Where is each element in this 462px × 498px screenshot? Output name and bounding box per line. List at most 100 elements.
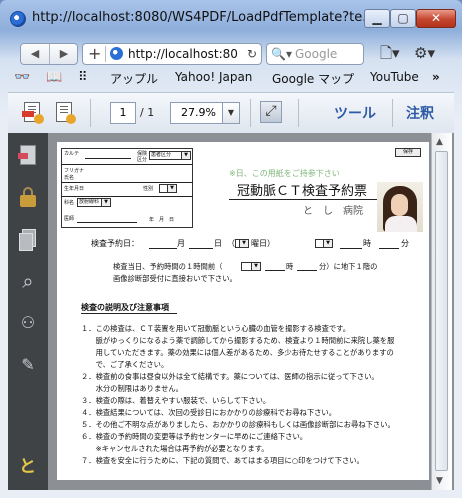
chevron-down-icon[interactable]: ▼	[101, 199, 110, 206]
create-pdf-icon	[22, 102, 44, 124]
search-icon: 🔍▾	[271, 47, 292, 61]
bookmark-youtube[interactable]: YouTube	[370, 70, 419, 84]
bookmark-google-maps[interactable]: Google マップ	[272, 70, 354, 87]
label-birthday: 生年月日	[64, 186, 85, 192]
gender-select[interactable]: ▼	[159, 184, 177, 193]
ward-select[interactable]: 放射線科 ▼	[77, 198, 111, 207]
toolbar-separator	[298, 99, 299, 127]
form-row-line	[61, 196, 193, 197]
save-stamp-label: 保存	[402, 149, 413, 155]
paperclip-icon: ⌕	[22, 269, 34, 293]
label-name: 氏名	[64, 175, 75, 181]
weekday-select[interactable]: ▼	[235, 239, 249, 248]
browser-window: http://localhost:8080/WS4PDF/LoadPdfTemp…	[0, 0, 462, 498]
notice-line: ７．検査を安全に行うために、下記の質問で、あてはまる項目に○印をつけて下さい。	[81, 456, 364, 465]
book-icon[interactable]: 📖	[46, 70, 62, 85]
share-file-button[interactable]	[50, 99, 76, 125]
section-heading-underline	[81, 313, 177, 314]
maximize-button[interactable]: ▢	[390, 9, 416, 28]
grid-icon[interactable]: ⠿	[78, 70, 88, 85]
toolbar-separator	[392, 99, 393, 127]
reading-list-icon[interactable]: 👓	[14, 70, 30, 85]
zoom-select[interactable]: 27.9% ▼	[170, 102, 240, 124]
notice-line: ４．検査結果については、次回の受診日におかかりの診療科でお尋ね下さい。	[81, 408, 337, 417]
notice-line: 脈がゆっくりになるよう薬で調節してから撮影するため、検査より１時間前に来院し薬を…	[81, 336, 395, 345]
form-row-line	[61, 164, 193, 165]
pages-icon-back	[19, 233, 33, 251]
chevron-down-icon[interactable]: ▼	[181, 152, 190, 159]
page-total: / 1	[140, 106, 155, 119]
comment-button[interactable]: 注釈	[406, 103, 434, 123]
page-number-input[interactable]: 1	[110, 102, 136, 124]
chevron-down-icon[interactable]: ▼	[323, 240, 332, 247]
scroll-up-icon[interactable]: ▲	[436, 137, 443, 147]
signatures-button[interactable]: ✎	[16, 353, 40, 377]
chevron-down-icon[interactable]: ▼	[239, 240, 248, 247]
chevron-down-icon[interactable]: ▼	[251, 263, 260, 270]
scrollbar-thumb[interactable]	[435, 151, 448, 471]
label-karte: カルテ	[64, 151, 80, 157]
karte-field-line	[85, 158, 131, 159]
find-button[interactable]: ⚇	[16, 311, 40, 335]
month-field-line	[149, 248, 177, 249]
maximize-icon: ▢	[397, 11, 409, 25]
gear-icon[interactable]: ⚙▾	[414, 43, 435, 63]
reload-icon[interactable]: ↻	[247, 44, 257, 64]
document-title: 冠動脈ＣＴ検査予約票	[237, 184, 368, 199]
notice-line: 用していただきます。薬の効果には個人差があるため、多少お待たせすることがあります…	[81, 348, 394, 357]
pdf-viewer: カルテ 保険 区分 患者区分 ▼ フリガナ 氏名 生年月日 性別 ▼ 科名 放射線…	[48, 133, 454, 490]
hoken-select[interactable]: 患者区分 ▼	[149, 151, 191, 160]
weekday-open: （	[227, 239, 235, 248]
chevron-down-icon[interactable]: ▼	[167, 185, 176, 192]
label-gender: 性別	[143, 186, 154, 192]
notice-line: ６．検査の予約時間の変更等は予約センターに早めにご連絡下さい。	[81, 432, 308, 441]
label-furigana: フリガナ	[64, 168, 85, 174]
arrival-line2: 画像診断部受付に直接おいで下さい。	[113, 274, 237, 283]
create-pdf-button[interactable]	[18, 99, 44, 125]
binoculars-icon: ⚇	[20, 313, 36, 332]
share-file-icon	[56, 102, 76, 124]
bookmark-yahoo[interactable]: Yahoo! Japan	[175, 70, 252, 84]
zoom-value: 27.9%	[181, 106, 216, 119]
notice-line: ５．その他ご不明な点がありましたら、おかかりの診療科もしくは画像診断部にお尋ね下…	[81, 420, 395, 429]
forward-button[interactable]: ▶	[50, 44, 78, 64]
url-text[interactable]: http://localhost:80	[128, 44, 238, 64]
notice-line: ２．検査前の食事は昼食以外は全て結構です。薬については、医師の指示に従って下さい…	[81, 372, 379, 381]
vertical-scrollbar[interactable]: ▲ ▼	[431, 133, 452, 490]
address-bar[interactable]: + http://localhost:80 ↻	[82, 43, 262, 65]
lock-body	[20, 195, 36, 207]
back-button[interactable]: ◀	[21, 44, 50, 64]
faint-note: ※日、この用紙をご持参下さい	[229, 169, 340, 178]
hour-select[interactable]: ▼	[315, 239, 333, 248]
arrival-line1-before: 検査当日、予約時間の１時間前（	[113, 262, 223, 271]
arrival-hour-select[interactable]: ▼	[241, 262, 261, 271]
sidebar-bottom-char: と	[19, 457, 36, 477]
reservation-hour: 時	[363, 239, 371, 248]
page-thumbnails-button[interactable]	[16, 143, 40, 167]
arrival-line1-after: 分）に地下１階の	[319, 262, 378, 271]
browser-globe-icon	[10, 11, 26, 27]
add-bookmark-icon[interactable]: +	[88, 44, 101, 64]
back-forward-group: ◀ ▶	[20, 43, 78, 65]
search-field[interactable]: 🔍▾ Google	[266, 43, 364, 65]
day-field-line	[189, 248, 213, 249]
page-menu-icon[interactable]: 🗋▾	[380, 43, 400, 63]
bookmark-apple[interactable]: アップル	[110, 70, 158, 87]
save-stamp[interactable]: 保存	[395, 148, 421, 157]
close-button[interactable]: ✕	[416, 9, 456, 28]
minimize-icon: ▁	[372, 11, 382, 25]
pages-button[interactable]	[16, 227, 40, 251]
signature-pen-icon: ✎	[21, 355, 35, 374]
more-bookmarks-icon[interactable]: »	[432, 70, 440, 84]
pdf-page: カルテ 保険 区分 患者区分 ▼ フリガナ 氏名 生年月日 性別 ▼ 科名 放射線…	[57, 142, 429, 480]
hour-field-line	[340, 248, 362, 249]
tools-button[interactable]: ツール	[334, 103, 376, 123]
expand-button[interactable]: ⤢	[260, 101, 282, 123]
attachments-button[interactable]: ⌕	[16, 269, 40, 293]
minimize-button[interactable]: ▁	[364, 9, 390, 28]
ward-select-value: 放射線科	[79, 199, 100, 205]
security-button[interactable]	[16, 185, 40, 209]
chevron-down-icon[interactable]: ▼	[222, 103, 239, 123]
scroll-down-icon[interactable]: ▼	[436, 476, 443, 486]
notice-line: で、ご了承ください。	[81, 360, 169, 369]
